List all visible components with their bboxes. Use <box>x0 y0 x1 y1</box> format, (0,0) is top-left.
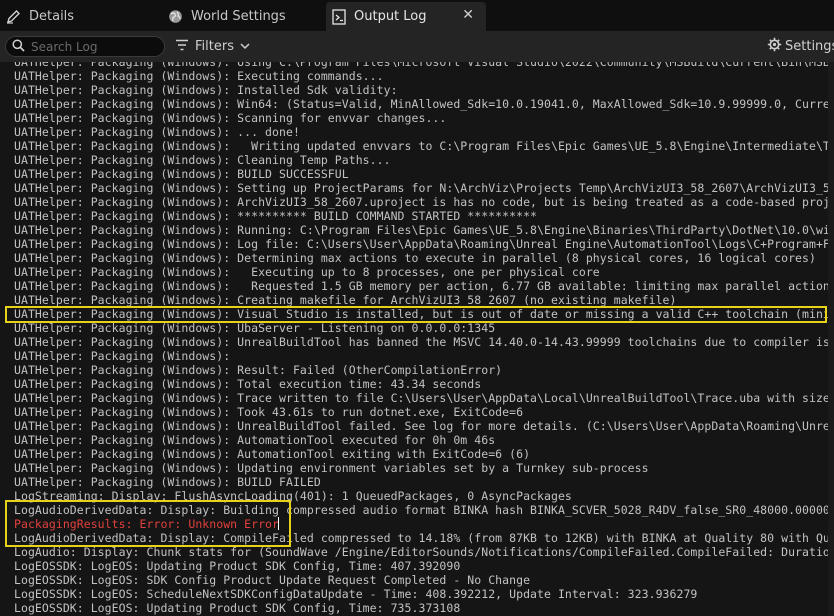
log-line: UATHelper: Packaging (Windows): UnrealBu… <box>14 335 834 349</box>
log-line: LogAudio: Display: Chunk stats for (Soun… <box>14 545 834 559</box>
log-output[interactable]: UATHelper: Packaging (Windows): Using C:… <box>0 62 834 616</box>
log-line: UATHelper: Packaging (Windows): BUILD FA… <box>14 475 321 489</box>
log-line: LogEOSSDK: LogEOS: SDK Config Product Up… <box>14 573 531 587</box>
log-toolbar: Filters Settings <box>0 31 834 62</box>
log-line: UATHelper: Packaging (Windows): Requeste… <box>14 279 834 293</box>
tab-details[interactable]: Details <box>6 2 74 31</box>
log-line: UATHelper: Packaging (Windows): Using C:… <box>14 62 834 69</box>
log-line: UATHelper: Packaging (Windows): Executin… <box>14 69 384 83</box>
gear-icon <box>767 37 782 56</box>
log-line: UATHelper: Packaging (Windows): Determin… <box>14 251 816 265</box>
settings-label: Settings <box>785 39 834 54</box>
search-input[interactable] <box>31 39 156 54</box>
log-line: UATHelper: Packaging (Windows): ... done… <box>14 125 300 139</box>
log-line: UATHelper: Packaging (Windows): Running:… <box>14 223 834 237</box>
filters-button[interactable]: Filters <box>175 37 250 56</box>
chevron-down-icon <box>240 39 250 54</box>
log-line: UATHelper: Packaging (Windows): Writing … <box>14 139 834 153</box>
log-line: UATHelper: Packaging (Windows): Cleaning… <box>14 153 391 167</box>
filter-icon <box>175 39 189 55</box>
log-line: UATHelper: Packaging (Windows): Installe… <box>14 83 398 97</box>
log-line: UATHelper: Packaging (Windows): <box>14 349 231 363</box>
log-line: UATHelper: Packaging (Windows): Executin… <box>14 265 600 279</box>
log-line: UATHelper: Packaging (Windows): ********… <box>14 209 538 223</box>
tab-world-settings[interactable]: World Settings <box>168 2 286 31</box>
globe-icon <box>168 9 183 24</box>
search-icon <box>12 37 25 56</box>
log-line: UATHelper: Packaging (Windows): Automati… <box>14 433 496 447</box>
tab-label: Output Log <box>354 9 427 24</box>
tab-output-log[interactable]: Output Log ✕ <box>326 2 486 31</box>
log-line: UATHelper: Packaging (Windows): Win64: (… <box>14 97 834 111</box>
log-line: UATHelper: Packaging (Windows): UbaServe… <box>14 321 496 335</box>
terminal-icon <box>332 8 346 25</box>
settings-button[interactable]: Settings <box>767 37 834 56</box>
log-lines: UATHelper: Packaging (Windows): Using C:… <box>14 62 834 615</box>
tab-label: Details <box>29 9 75 24</box>
log-line: UATHelper: Packaging (Windows): Visual S… <box>14 307 834 321</box>
log-line: LogEOSSDK: LogEOS: Updating Product SDK … <box>14 559 461 573</box>
log-line: UATHelper: Packaging (Windows): Updating… <box>14 461 649 475</box>
log-line-error: PackagingResults: Error: Unknown Error <box>14 517 279 531</box>
log-line: UATHelper: Packaging (Windows): ArchVizU… <box>14 195 834 209</box>
search-box[interactable] <box>5 36 165 57</box>
log-line: UATHelper: Packaging (Windows): BUILD SU… <box>14 167 349 181</box>
log-line: LogAudioDerivedData: Display: CompileFai… <box>14 531 834 545</box>
log-line: UATHelper: Packaging (Windows): Result: … <box>14 363 503 377</box>
log-line: LogEOSSDK: LogEOS: ScheduleNextSDKConfig… <box>14 587 698 601</box>
log-line: LogEOSSDK: LogEOS: Updating Product SDK … <box>14 601 461 615</box>
log-line: UATHelper: Packaging (Windows): Scanning… <box>14 111 447 125</box>
log-line: UATHelper: Packaging (Windows): Trace wr… <box>14 391 834 405</box>
log-line: UATHelper: Packaging (Windows): UnrealBu… <box>14 419 834 433</box>
filters-label: Filters <box>195 39 234 54</box>
scrollbar[interactable] <box>828 62 834 616</box>
log-line: UATHelper: Packaging (Windows): Setting … <box>14 181 834 195</box>
log-line: UATHelper: Packaging (Windows): Total ex… <box>14 377 482 391</box>
close-icon[interactable]: ✕ <box>462 7 474 23</box>
text-caret <box>278 517 279 530</box>
tab-label: World Settings <box>191 9 286 24</box>
log-line: UATHelper: Packaging (Windows): Creating… <box>14 293 677 307</box>
log-line: LogAudioDerivedData: Display: Building c… <box>14 503 834 517</box>
log-line: UATHelper: Packaging (Windows): Took 43.… <box>14 405 524 419</box>
log-line: UATHelper: Packaging (Windows): Log file… <box>14 237 834 251</box>
tab-bar: Details World Settings Output Log ✕ <box>0 0 834 31</box>
pencil-icon <box>6 9 21 24</box>
log-line: UATHelper: Packaging (Windows): Automati… <box>14 447 531 461</box>
log-line: LogStreaming: Display: FlushAsyncLoading… <box>14 489 572 503</box>
